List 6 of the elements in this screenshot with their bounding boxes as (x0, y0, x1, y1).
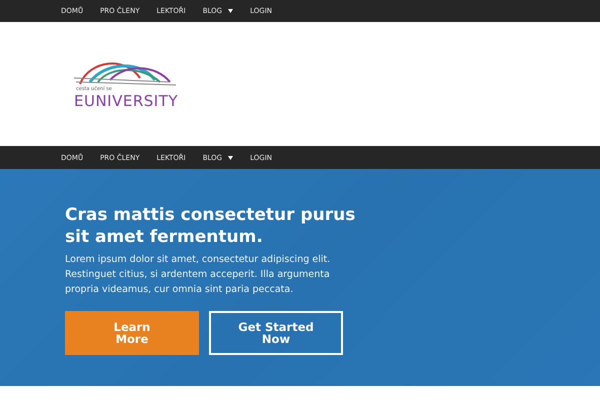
dropdown-caret-icon (228, 9, 234, 13)
get-started-button[interactable]: Get Started Now (209, 311, 343, 355)
hero-title: Cras mattis consectetur purus sit amet fermentum. (65, 204, 356, 248)
logo-name: EUNIVERSITY (74, 92, 180, 110)
hero-text: Lorem ipsum dolor sit amet, consectetur adipiscing elit. Restinguet citius, si ardentem acceperit. Illa argumenta propria videamus, cur omnia sint paria peccata. (65, 253, 332, 297)
dropdown-caret-icon (228, 156, 234, 160)
